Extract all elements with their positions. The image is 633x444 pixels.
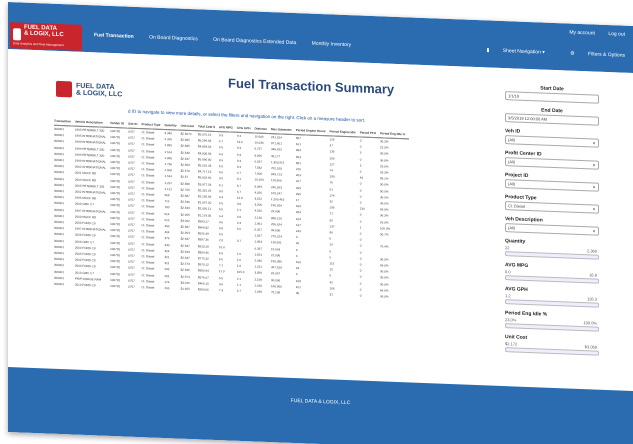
- brand-line2: & LOGIX, LLC: [76, 89, 123, 99]
- idle-pct-min: 23.0%: [505, 317, 517, 323]
- page-title: Fuel Transaction Summary: [228, 75, 395, 97]
- table-cell: Cl. Diesel: [141, 285, 155, 290]
- quantity-min: 22: [505, 245, 510, 251]
- logo-mark-icon: [13, 28, 21, 41]
- gear-icon: ⚙: [570, 50, 575, 57]
- tab-fuel-transaction[interactable]: Fuel Transaction: [94, 32, 134, 40]
- app-window: FUEL DATA & LOGIX, LLC Data Analytics an…: [8, 2, 633, 444]
- table-cell: 6.7: [236, 288, 242, 294]
- sheet-toolbar: ▮ Sheet Navigation ▾ ⚙ Filters & Options: [463, 46, 625, 58]
- table-cell: 1,039: [254, 289, 263, 294]
- end-date-value: 3/5/2019 12:00:00 AM: [508, 115, 548, 122]
- table-cell: 75,199: [271, 290, 281, 295]
- doc-icon: ▮: [486, 47, 490, 54]
- table-cell: 38: [295, 291, 300, 296]
- table-cell: $1.455: [180, 286, 190, 292]
- veh-description-value: (All): [508, 225, 516, 231]
- tab-obd-extended-data[interactable]: On Board Diagnostics Extended Data: [213, 37, 296, 46]
- table-cell: 7.3: [218, 288, 224, 293]
- start-date-value: 1/1/19: [508, 93, 520, 99]
- log-out-link[interactable]: Log out: [608, 31, 625, 38]
- avg-gph-min: 1.2: [505, 293, 511, 299]
- fuel-transaction-table: Transaction Vehicle Description Vendor ID S…: [54, 118, 410, 301]
- logo-tagline: Data Analytics and Fleet Management: [13, 41, 64, 48]
- veh-id-value: (All): [508, 137, 516, 143]
- sheet-navigation-label: Sheet Navigation: [502, 48, 541, 56]
- filter-panel: Start Date 1/1/19 End Date 3/5/2019 12:0…: [505, 78, 599, 356]
- profit-center-value: (All): [508, 159, 516, 165]
- sheet-navigation-button[interactable]: ▮ Sheet Navigation ▾: [475, 47, 545, 56]
- tab-monthly-inventory[interactable]: Monthly Inventory: [312, 41, 351, 49]
- table-cell: 0757: [128, 284, 135, 289]
- chevron-down-icon: ▾: [592, 162, 595, 168]
- chevron-down-icon: ▾: [592, 206, 595, 212]
- company-logo[interactable]: FUEL DATA & LOGIX, LLC Data Analytics an…: [10, 22, 82, 51]
- product-type-value: Cl. Diesel: [508, 203, 526, 209]
- footer-text: FUEL DATA & LOGIX, LLC: [290, 397, 351, 407]
- my-account-link[interactable]: My account: [569, 30, 595, 37]
- brand-logo-icon: [56, 80, 72, 98]
- quantity-max: 2,360: [586, 248, 597, 254]
- table-body: 000001 1995 PETERBILT 330 100782 0757 Cl. Di…: [54, 125, 409, 300]
- main-nav-tabs: Fuel Transaction On Board Diagnostics On…: [94, 32, 365, 48]
- avg-mpg-min: 0.0: [505, 269, 511, 275]
- table-cell: 156: [164, 286, 170, 291]
- chevron-down-icon: ▾: [592, 228, 595, 234]
- instruction-text: d ID to navigate to view more details, o…: [128, 108, 366, 123]
- idle-pct-max: 100.0%: [583, 320, 597, 326]
- table-cell: 30.0%: [380, 294, 389, 299]
- screenshot-stage: FUEL DATA & LOGIX, LLC Data Analytics an…: [0, 0, 633, 444]
- chevron-down-icon: ▾: [592, 140, 595, 146]
- table-cell: 0: [359, 293, 362, 298]
- table-cell: 000001: [54, 281, 65, 287]
- unit-cost-min: $2.172: [505, 341, 518, 347]
- table-cell: 31: [329, 292, 333, 297]
- account-links: My account Log out: [557, 29, 625, 38]
- table-cell: 2010 FORD C8: [74, 282, 96, 288]
- logo-line2: & LOGIX, LLC: [24, 30, 64, 39]
- filters-options-label: Filters & Options: [588, 51, 625, 59]
- table-cell: $260.66: [197, 287, 209, 292]
- avg-gph-max: 126.3: [586, 296, 597, 302]
- tab-on-board-diagnostics[interactable]: On Board Diagnostics: [149, 34, 198, 42]
- filters-options-button[interactable]: ⚙ Filters & Options: [558, 50, 625, 59]
- unit-cost-max: $3.058: [584, 344, 597, 350]
- main-content: FUEL DATA & LOGIX, LLC Fuel Transaction …: [8, 49, 633, 392]
- avg-mpg-max: 16.8: [589, 272, 597, 278]
- table-cell: 100782: [110, 284, 121, 289]
- chevron-down-icon: ▾: [592, 184, 595, 190]
- project-id-value: (All): [508, 181, 516, 187]
